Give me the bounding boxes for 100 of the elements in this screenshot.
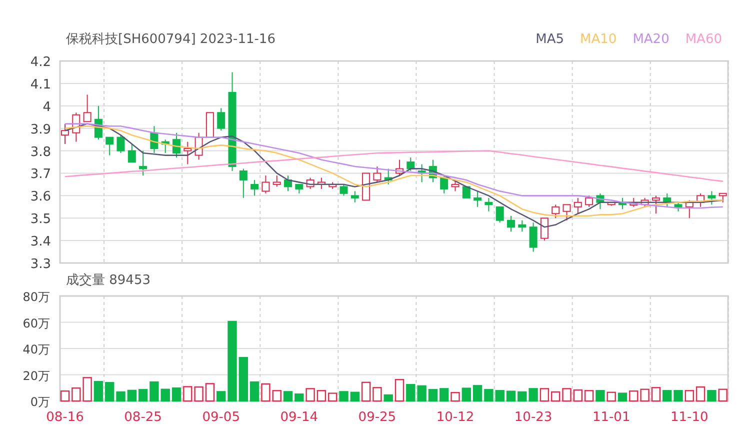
candlestick [72,112,80,142]
candlestick [418,164,426,183]
volume-bar [551,391,560,402]
volume-bar [440,388,449,402]
volume-bar [562,388,572,402]
volume-bar [361,382,371,402]
candlestick [172,132,180,158]
legend-label: MA5 [536,31,564,50]
volume-bar [718,388,728,402]
candlestick [484,197,493,212]
axis-tick-label: 3.7 [30,167,51,182]
candlestick [262,174,270,194]
volume-bar [183,386,192,402]
candlestick [652,195,660,214]
volume-bar [707,390,716,402]
candlestick [194,132,203,160]
date-label: 09-05 [202,410,240,425]
candlestick [685,200,694,219]
candlestick [150,126,158,154]
candlestick [540,218,548,242]
volume-bar [472,385,482,402]
volume-bar [528,388,538,402]
date-label: 10-12 [436,410,474,425]
candlestick [718,192,727,203]
volume-bar [384,394,393,402]
volume-bar [216,391,226,402]
candlestick [206,112,214,138]
candlestick [440,174,448,194]
candlestick [596,192,604,210]
candlestick [507,215,515,232]
chart-title: 保税科技[SH600794] 2023-11-16 [66,31,276,50]
axis-tick-label: 3.5 [30,212,51,228]
axis-tick-label: 3.4 [30,234,51,250]
axis-tick-label: 4.2 [30,55,51,70]
volume-bar [283,391,293,402]
candlestick [362,172,370,201]
candlestick [396,159,404,176]
candlestick [618,197,626,210]
volume-bar [596,390,605,402]
volume-bar [674,390,683,402]
volume-bar [127,390,136,402]
volume-bar [606,392,616,402]
volume-bar [316,390,326,402]
candlestick [306,177,314,190]
candlestick [83,94,92,122]
axis-tick-label: 4.1 [30,77,51,92]
candlestick [585,195,594,208]
legend-label: MA20 [632,31,670,50]
candlestick [350,190,359,203]
candlestick [451,179,460,192]
date-label: 11-10 [670,410,708,425]
candlestick [674,202,682,212]
volume-bar [116,391,126,402]
candlestick [184,141,192,165]
volume-bar [651,387,661,402]
candlestick [239,168,248,198]
candlestick [474,190,482,208]
candlestick [529,222,538,252]
volume-bar [160,388,170,402]
volume-title: 成交量 89453 [66,272,150,290]
volume-bar [684,390,694,402]
candlestick [428,159,437,183]
candlestick [462,186,470,198]
volume-bar [428,388,438,402]
date-label: 09-14 [280,410,318,425]
volume-bar [82,377,92,402]
candlestick [663,192,672,208]
candlestick [607,202,616,206]
candlestick [518,220,526,232]
axis-tick-label: 80万 [22,291,50,304]
axis-tick-label: 0万 [30,395,50,409]
volume-bar [60,390,70,402]
axis-tick-label: 3.6 [30,190,51,205]
volume-bar [328,392,338,402]
volume-bar [518,391,527,402]
volume-bar [629,390,638,402]
candlestick [640,197,649,208]
candlestick [574,197,582,214]
candlestick [406,157,415,172]
candlestick [373,166,382,183]
volume-bar [205,383,215,402]
candlestick [496,206,504,224]
candlestick [116,134,125,154]
volume-bar [495,390,504,402]
candlestick [94,105,102,140]
volume-bar [406,384,416,402]
volume-bar [618,392,628,402]
volume-bar [696,386,706,402]
volume-bar [484,388,494,402]
candlestick [217,108,226,132]
volume-bar [506,390,516,402]
volume-bar [450,392,460,402]
volume-bar [372,387,382,402]
candlestick [61,123,69,145]
date-label: 08-25 [124,410,162,425]
volume-bar [662,390,672,402]
volume-bar [306,388,315,402]
volume-bar [540,388,550,402]
candlestick [106,136,114,156]
axis-tick-label: 4 [42,100,51,115]
